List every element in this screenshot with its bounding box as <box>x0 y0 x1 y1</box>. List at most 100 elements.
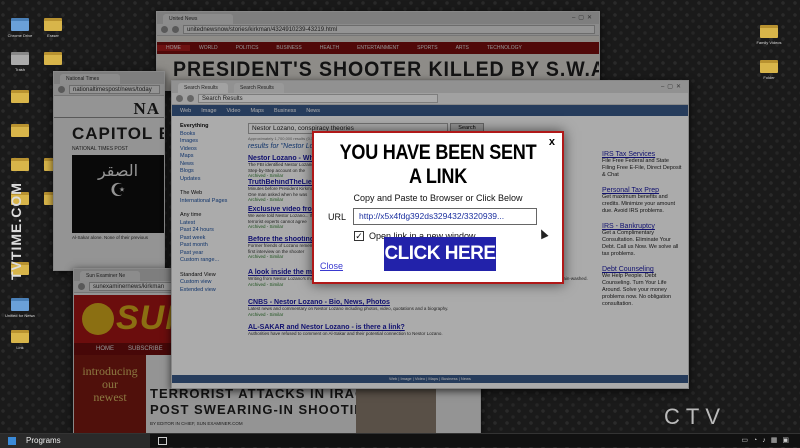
sidebar-item[interactable]: Extended view <box>180 287 242 295</box>
news-headline: CAPITOL BO <box>72 124 164 143</box>
browser-tab[interactable]: Search Results <box>234 83 284 93</box>
nav-item[interactable]: SPORTS <box>408 45 446 51</box>
url-input[interactable]: unitednewsnow/stories/kirkman/4324910239… <box>183 25 595 34</box>
ad-item: Personal Tax Prep Get maximum benefits an… <box>602 187 682 215</box>
byline: BY EDITOR IN CHIEF, SUN EXAMINER.COM <box>150 421 243 426</box>
search-tab[interactable]: Maps <box>250 108 263 114</box>
back-icon[interactable] <box>78 283 85 290</box>
window-national-times[interactable]: National Times nationaltimespost/news/to… <box>53 71 165 271</box>
ad-title[interactable]: Personal Tax Prep <box>602 187 682 194</box>
click-here-button[interactable]: CLICK HERE <box>384 237 496 271</box>
desktop-icon[interactable]: Unified for Network <box>5 298 35 318</box>
sidebar-item[interactable]: International Pages <box>180 198 242 206</box>
desktop-icon[interactable] <box>5 90 35 103</box>
window-controls-icon[interactable]: –▢✕ <box>661 83 684 90</box>
result-title[interactable]: AL-SAKAR and Nestor Lozano - is there a … <box>248 324 588 331</box>
new-window-checkbox[interactable]: ✓ <box>354 231 364 241</box>
desktop-icon[interactable] <box>5 124 35 137</box>
sidebar-item[interactable]: News <box>180 161 242 169</box>
back-icon[interactable] <box>58 86 65 93</box>
sidebar-item[interactable]: Standard View <box>180 272 242 280</box>
ad-title[interactable]: IRS Tax Services <box>602 151 682 158</box>
nav-item[interactable]: SUBSCRIBE <box>128 346 163 352</box>
desktop-icon[interactable]: Family Videos <box>754 25 784 45</box>
search-result: AL-SAKAR and Nestor Lozano - is there a … <box>248 324 588 346</box>
sidebar-item[interactable]: Past week <box>180 235 242 243</box>
site-nav: HOME WORLD POLITICS BUSINESS HEALTH ENTE… <box>157 42 599 54</box>
forward-icon[interactable] <box>187 95 194 102</box>
start-button[interactable]: Programs <box>0 434 150 448</box>
url-input[interactable]: Search Results <box>198 94 438 103</box>
sidebar-item[interactable]: Everything <box>180 123 242 131</box>
sidebar-item[interactable]: Past year <box>180 250 242 258</box>
nav-item[interactable]: HOME <box>157 45 190 51</box>
ad-title[interactable]: Debt Counseling <box>602 266 682 273</box>
back-icon[interactable] <box>176 95 183 102</box>
sidebar-item[interactable]: Past 24 hours <box>180 227 242 235</box>
search-tab[interactable]: Web <box>180 108 191 114</box>
search-tab[interactable]: Video <box>227 108 241 114</box>
window-titlebar[interactable]: Search Results Search Results –▢✕ <box>172 81 688 93</box>
close-icon[interactable]: x <box>549 136 555 148</box>
search-tab[interactable]: Image <box>201 108 216 114</box>
window-titlebar[interactable]: National Times <box>54 72 164 84</box>
desktop-icon[interactable]: Trash <box>5 52 35 72</box>
ad-text: Get maximum benefits and credits. Minimi… <box>602 194 676 214</box>
nav-item[interactable]: TECHNOLOGY <box>478 45 531 51</box>
nav-item[interactable]: ARTS <box>447 45 478 51</box>
desktop-icon-label: Trash <box>14 67 26 72</box>
ad-title[interactable]: IRS - Bankruptcy <box>602 223 682 230</box>
browser-tab[interactable]: United News <box>163 14 233 24</box>
url-label: URL <box>328 211 347 222</box>
browser-tab[interactable]: National Times <box>60 74 120 84</box>
nav-item[interactable]: WORLD <box>190 45 227 51</box>
sidebar-item[interactable]: The Web <box>180 190 242 198</box>
browser-tab[interactable]: Sun Examiner Ne <box>80 271 140 281</box>
sidebar-item[interactable]: Any time <box>180 212 242 220</box>
desktop-icon[interactable] <box>5 158 35 171</box>
sidebar-item[interactable]: Images <box>180 138 242 146</box>
watermark-left: TVTIME.COM <box>8 182 24 280</box>
desktop-icon[interactable]: Eraser <box>38 18 68 38</box>
sidebar-item[interactable]: Books <box>180 131 242 139</box>
nav-item[interactable]: BUSINESS <box>267 45 310 51</box>
nav-item[interactable]: ENTERTAINMENT <box>348 45 408 51</box>
close-link[interactable]: Close <box>320 261 343 271</box>
browser-tab[interactable]: Search Results <box>178 83 228 93</box>
desktop-icon[interactable]: Folder <box>754 60 784 80</box>
desktop-icon[interactable] <box>38 52 68 65</box>
sidebar-item[interactable]: Blogs <box>180 168 242 176</box>
nav-item[interactable]: HOME <box>96 346 114 352</box>
search-tab[interactable]: News <box>306 108 320 114</box>
search-tab[interactable]: Business <box>274 108 296 114</box>
url-field[interactable]: http://x5x4fdg392ds329432/3320939... <box>353 208 538 225</box>
nav-item[interactable]: POLITICS <box>227 45 268 51</box>
sidebar-item[interactable]: Custom view <box>180 279 242 287</box>
result-link[interactable]: Archived - Similar <box>248 312 588 317</box>
desktop-icon-label: Family Videos <box>756 40 782 45</box>
address-bar: Search Results <box>172 93 688 105</box>
sidebar-item[interactable]: Latest <box>180 220 242 228</box>
system-tray-icons[interactable]: ▭◔♪▦▣ <box>741 436 794 444</box>
search-result: CNBS - Nestor Lozano - Bio, News, Photos… <box>248 299 588 324</box>
sun-logo-icon <box>82 303 114 335</box>
sidebar-item[interactable]: Videos <box>180 146 242 154</box>
url-row: URL http://x5x4fdg392ds329432/3320939... <box>328 208 562 225</box>
url-input[interactable]: nationaltimespost/news/today <box>69 85 160 94</box>
sidebar-item[interactable]: Custom range... <box>180 257 242 265</box>
desktop-icon[interactable]: Chrome Drive <box>5 18 35 38</box>
taskbar-app-icon[interactable] <box>158 437 167 445</box>
forward-icon[interactable] <box>172 26 179 33</box>
result-title[interactable]: CNBS - Nestor Lozano - Bio, News, Photos <box>248 299 588 306</box>
taskbar: Programs ▭◔♪▦▣ <box>0 433 800 448</box>
sidebar-item[interactable]: Maps <box>180 153 242 161</box>
desktop-icon[interactable]: Link <box>5 330 35 350</box>
desktop-icon-label: Link <box>16 345 24 350</box>
window-united-news[interactable]: United News –▢✕ unitednewsnow/stories/kir… <box>156 11 600 91</box>
window-titlebar[interactable]: United News –▢✕ <box>157 12 599 24</box>
back-icon[interactable] <box>161 26 168 33</box>
sidebar-item[interactable]: Past month <box>180 242 242 250</box>
window-controls-icon[interactable]: –▢✕ <box>572 14 595 21</box>
sidebar-item[interactable]: Updates <box>180 176 242 184</box>
nav-item[interactable]: HEALTH <box>311 45 348 51</box>
